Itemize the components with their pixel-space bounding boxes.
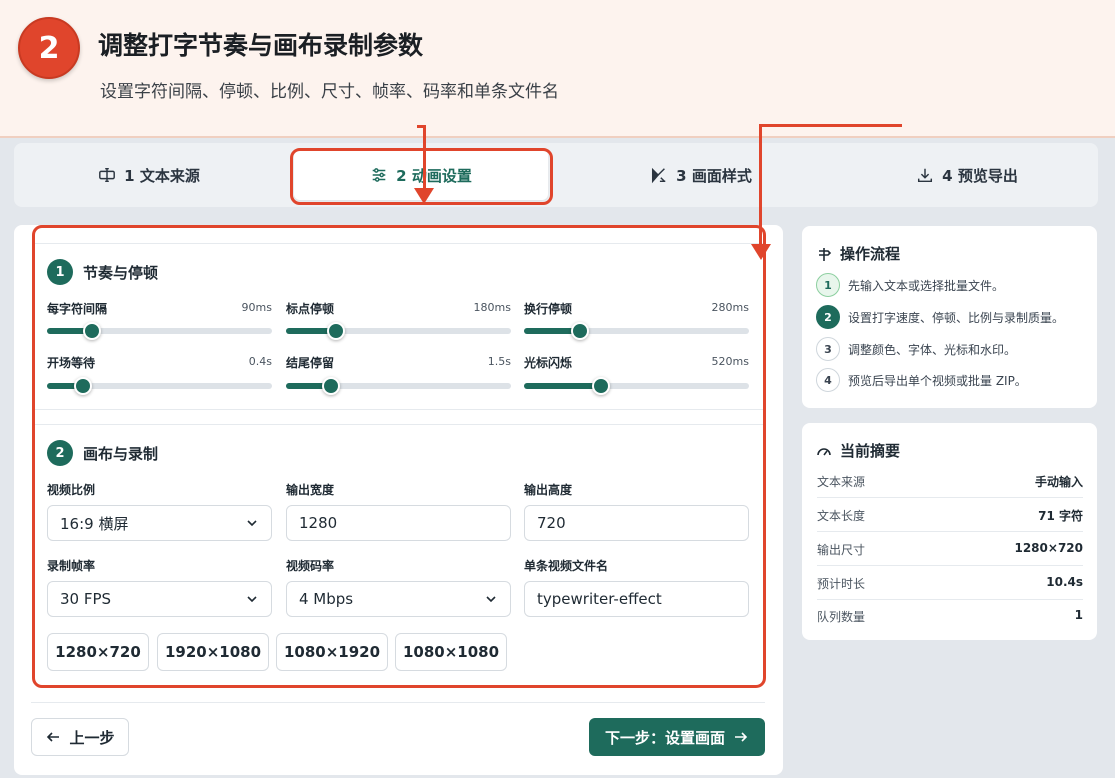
summary-row: 输出尺寸 1280×720: [817, 541, 1083, 558]
flow-step-text: 预览后导出单个视频或批量 ZIP。: [848, 373, 1027, 388]
next-step-label: 下一步：设置画面: [604, 728, 725, 747]
summary-value: 1: [1074, 608, 1083, 622]
summary-row: 队列数量 1: [817, 608, 1083, 625]
prev-step-label: 上一步: [69, 728, 115, 747]
flow-step-number: 3: [816, 337, 840, 361]
flow-item: 4 预览后导出单个视频或批量 ZIP。: [816, 368, 1027, 392]
step-tabs: 1 文本来源 2 动画设置 3 画面样式 4 预览导出: [14, 143, 1098, 207]
flow-title-text: 操作流程: [840, 245, 901, 263]
summary-value: 手动输入: [1034, 475, 1083, 489]
flow-step-number: 4: [816, 368, 840, 392]
annotation-arrow-line: [759, 124, 762, 250]
summary-key: 文本长度: [817, 509, 866, 523]
text-cursor-icon: [99, 167, 116, 183]
divider: [817, 531, 1083, 532]
tab-label: 3 画面样式: [676, 166, 752, 185]
summary-key: 预计时长: [817, 577, 866, 591]
flow-step-number: 2: [816, 305, 840, 329]
annotation-arrow-line: [423, 125, 426, 195]
summary-value: 71 字符: [1038, 509, 1083, 523]
summary-key: 文本来源: [817, 475, 866, 489]
flow-item: 3 调整颜色、字体、光标和水印。: [816, 337, 1016, 361]
summary-key: 输出尺寸: [817, 543, 866, 557]
annotation-arrow-line: [417, 125, 426, 128]
flow-step-text: 设置打字速度、停顿、比例与录制质量。: [848, 310, 1065, 325]
divider: [817, 497, 1083, 498]
step-badge: 2: [18, 17, 80, 79]
summary-row: 预计时长 10.4s: [817, 575, 1083, 592]
highlight-box-settings: [32, 225, 766, 688]
tab-label: 4 预览导出: [942, 166, 1018, 185]
summary-value: 1280×720: [1014, 541, 1083, 555]
flow-step-text: 先输入文本或选择批量文件。: [848, 278, 1005, 293]
flow-item: 2 设置打字速度、停顿、比例与录制质量。: [816, 305, 1064, 329]
divider: [817, 599, 1083, 600]
arrow-left-icon: [47, 732, 60, 742]
flow-title: 操作流程: [816, 243, 900, 264]
summary-row: 文本长度 71 字符: [817, 507, 1083, 524]
download-icon: [918, 168, 933, 183]
divider: [31, 702, 765, 703]
summary-title-text: 当前摘要: [840, 442, 901, 460]
tab-text-source[interactable]: 1 文本来源: [14, 143, 284, 207]
gauge-icon: [817, 447, 831, 455]
summary-value: 10.4s: [1046, 575, 1083, 589]
divider: [817, 565, 1083, 566]
banner-title: 调整打字节奏与画布录制参数: [98, 31, 424, 60]
banner-subtitle: 设置字符间隔、停顿、比例、尺寸、帧率、码率和单条文件名: [100, 82, 559, 102]
summary-key: 队列数量: [817, 610, 866, 624]
flow-item: 1 先输入文本或选择批量文件。: [816, 273, 1004, 297]
flow-step-text: 调整颜色、字体、光标和水印。: [848, 342, 1017, 357]
summary-title: 当前摘要: [816, 440, 900, 461]
tab-visual-style[interactable]: 3 画面样式: [566, 143, 836, 207]
arrow-down-icon: [414, 188, 434, 204]
annotation-arrow-line: [759, 124, 902, 127]
instruction-banner: [0, 0, 1115, 138]
prev-step-button[interactable]: 上一步: [31, 718, 129, 756]
arrow-right-icon: [735, 732, 748, 742]
flow-step-number: 1: [816, 273, 840, 297]
tab-label: 1 文本来源: [124, 166, 200, 185]
arrow-down-icon: [751, 244, 771, 260]
signpost-icon: [819, 247, 832, 261]
summary-row: 文本来源 手动输入: [817, 473, 1083, 490]
palette-icon: [652, 167, 666, 184]
next-step-button[interactable]: 下一步：设置画面: [589, 718, 765, 756]
tab-preview-export[interactable]: 4 预览导出: [836, 143, 1098, 207]
